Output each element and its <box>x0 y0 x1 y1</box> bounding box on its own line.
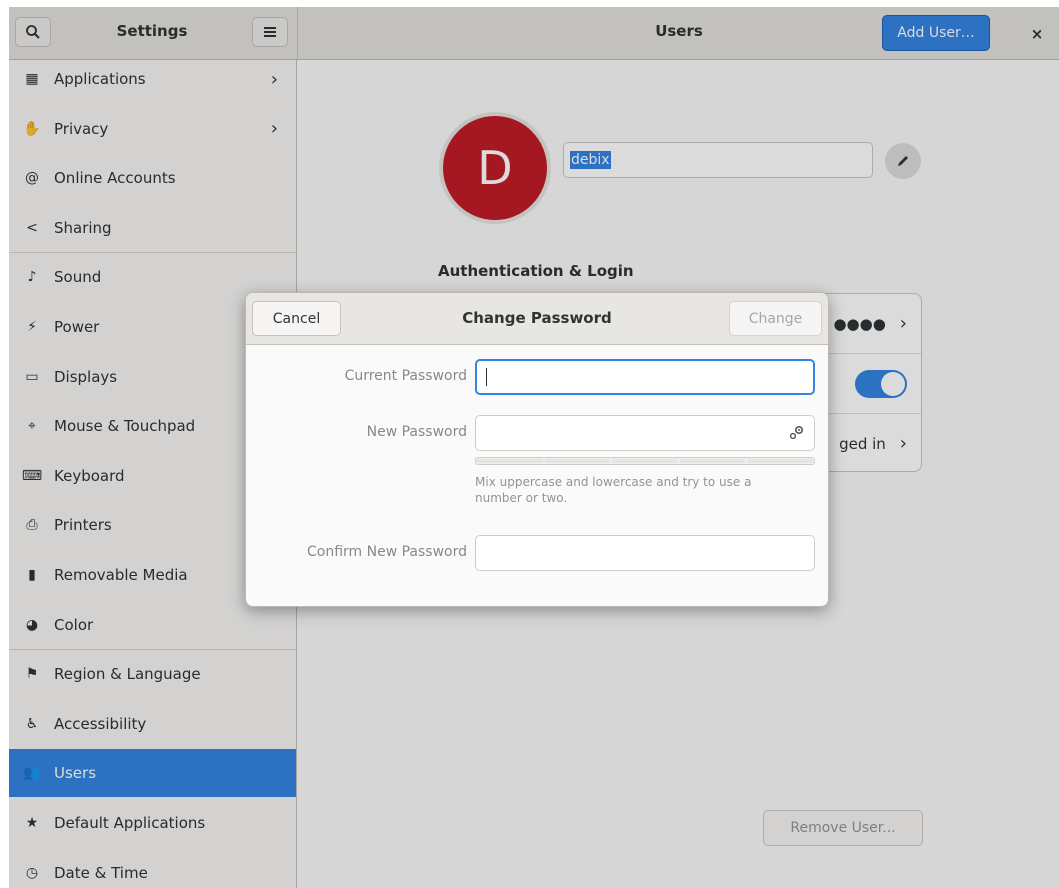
current-password-field[interactable] <box>475 359 815 395</box>
dialog-title: Change Password <box>462 309 612 327</box>
dialog-header: Cancel Change Password Change <box>246 293 828 345</box>
strength-segment <box>747 459 813 463</box>
strength-segment <box>477 459 543 463</box>
new-password-label: New Password <box>366 424 467 440</box>
text-caret <box>486 368 487 386</box>
new-password-field[interactable] <box>475 415 815 451</box>
change-button[interactable]: Change <box>729 301 822 336</box>
confirm-password-field[interactable] <box>475 535 815 571</box>
strength-segment <box>544 459 611 463</box>
change-password-dialog: Cancel Change Password Change Current Pa… <box>245 292 829 607</box>
password-strength-bar <box>475 457 815 465</box>
current-password-label: Current Password <box>344 368 467 384</box>
password-hint: Mix uppercase and lowercase and try to u… <box>475 475 752 505</box>
strength-segment <box>612 459 678 463</box>
confirm-password-label: Confirm New Password <box>306 544 467 560</box>
generate-password-icon[interactable] <box>788 424 806 442</box>
cancel-button[interactable]: Cancel <box>252 301 341 336</box>
strength-segment <box>679 459 746 463</box>
